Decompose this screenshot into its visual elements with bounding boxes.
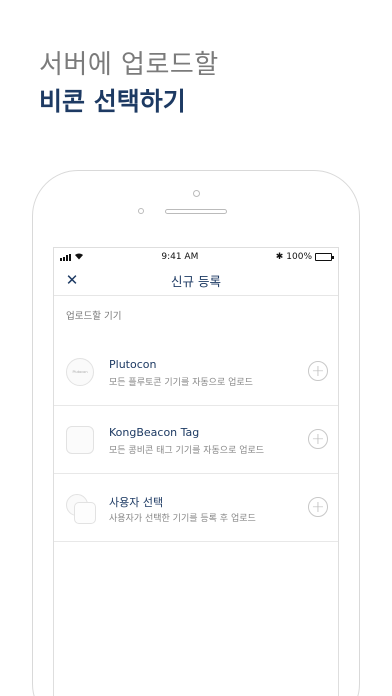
proximity-sensor-icon — [138, 208, 144, 214]
add-circle-icon[interactable]: + — [308, 429, 328, 449]
headline: 서버에 업로드할 비콘 선택하기 — [39, 48, 219, 120]
signal-bars-icon — [60, 253, 71, 261]
wifi-icon — [74, 252, 84, 263]
close-icon[interactable]: ✕ — [64, 272, 80, 288]
add-circle-icon[interactable]: + — [308, 361, 328, 381]
add-circle-icon[interactable]: + — [308, 497, 328, 517]
user-select-beacons-icon — [66, 494, 96, 524]
list-item-kongbeacon-tag[interactable]: KongBeacon Tag 모든 콩비콘 태그 기기를 자동으로 업로드 + — [54, 406, 338, 474]
page-title: 신규 등록 — [171, 274, 221, 289]
list-item-user-select[interactable]: 사용자 선택 사용자가 선택한 기기를 등록 후 업로드 + — [54, 474, 338, 542]
headline-subtitle: 서버에 업로드할 — [39, 50, 219, 80]
battery-percent: 100% — [286, 252, 312, 262]
list-item-plutocon[interactable]: Plutocon 모든 플루토콘 기기를 자동으로 업로드 + — [54, 338, 338, 406]
bluetooth-icon: ✱ — [275, 252, 284, 262]
front-camera-icon — [193, 190, 200, 197]
list-item-description: 사용자가 선택한 기기를 등록 후 업로드 — [109, 514, 256, 524]
list-item-name: KongBeacon Tag — [109, 426, 200, 439]
phone-screen: 9:41 AM ✱ 100% ✕ 신규 등록 업로드할 기기 Plutocon … — [53, 247, 339, 696]
headline-title: 비콘 선택하기 — [39, 87, 186, 116]
battery-icon — [315, 253, 334, 261]
list-item-description: 모든 플루토콘 기기를 자동으로 업로드 — [109, 378, 253, 388]
section-label: 업로드할 기기 — [66, 311, 122, 322]
status-bar: 9:41 AM ✱ 100% — [54, 248, 338, 266]
plutocon-beacon-icon — [66, 358, 94, 386]
status-time: 9:41 AM — [161, 252, 199, 262]
list-item-name: 사용자 선택 — [109, 496, 164, 509]
list-item-name: Plutocon — [109, 358, 157, 371]
kongbeacon-tag-icon — [66, 426, 94, 454]
earpiece-speaker-icon — [165, 209, 227, 214]
nav-bar: ✕ 신규 등록 — [54, 266, 338, 296]
list-item-description: 모든 콩비콘 태그 기기를 자동으로 업로드 — [109, 446, 265, 456]
